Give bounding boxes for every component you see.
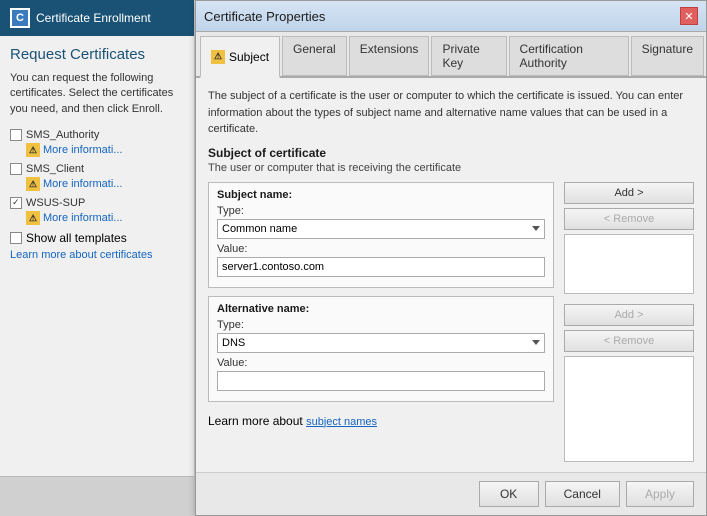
- subject-values-box: [564, 234, 694, 294]
- subject-info-text: The subject of a certificate is the user…: [208, 88, 694, 138]
- cert-label-sms-client: SMS_Client: [26, 163, 84, 175]
- request-certs-title: Request Certificates: [10, 46, 184, 63]
- alt-values-box: [564, 356, 694, 463]
- alt-name-group: Alternative name: Type: DNS Email UPN UR…: [208, 296, 554, 402]
- warn-link-sms-client[interactable]: More informati...: [43, 178, 122, 190]
- tab-private-key[interactable]: Private Key: [431, 36, 506, 76]
- checkbox-show-all[interactable]: [10, 232, 22, 244]
- alt-add-button[interactable]: Add >: [564, 304, 694, 326]
- subject-value-label: Value:: [217, 243, 545, 255]
- subject-remove-button[interactable]: < Remove: [564, 208, 694, 230]
- tab-subject[interactable]: ⚠ Subject: [200, 36, 280, 78]
- cert-item-wsus-sup: WSUS-SUP ⚠ More informati...: [10, 197, 184, 225]
- cert-item-sms-authority: SMS_Authority ⚠ More informati...: [10, 129, 184, 157]
- dialog-content: The subject of a certificate is the user…: [196, 78, 706, 472]
- show-all-row: Show all templates: [10, 231, 184, 245]
- tab-warn-subject: ⚠: [211, 50, 225, 64]
- subject-names-link[interactable]: subject names: [306, 416, 377, 428]
- alt-remove-button[interactable]: < Remove: [564, 330, 694, 352]
- close-button[interactable]: ✕: [680, 7, 698, 25]
- subject-value-input[interactable]: [217, 257, 545, 277]
- certificate-icon: C: [10, 8, 30, 28]
- cert-item-sms-client: SMS_Client ⚠ More informati...: [10, 163, 184, 191]
- alt-type-label: Type:: [217, 319, 545, 331]
- dialog-footer: OK Cancel Apply: [196, 472, 706, 515]
- warn-link-sms-authority[interactable]: More informati...: [43, 144, 122, 156]
- subject-name-group: Subject name: Type: Common name Organiza…: [208, 182, 554, 288]
- alt-name-label: Alternative name:: [217, 303, 545, 315]
- ok-button[interactable]: OK: [479, 481, 539, 507]
- apply-button[interactable]: Apply: [626, 481, 694, 507]
- right-form: Add > < Remove Add > < Remove: [564, 182, 694, 463]
- tab-signature[interactable]: Signature: [631, 36, 704, 76]
- dialog-title: Certificate Properties: [204, 9, 325, 24]
- tab-extensions[interactable]: Extensions: [349, 36, 430, 76]
- left-content: Request Certificates You can request the…: [0, 36, 194, 476]
- tab-bar: ⚠ Subject General Extensions Private Key…: [196, 32, 706, 78]
- checkbox-wsus-sup[interactable]: [10, 197, 22, 209]
- subject-btn-group: Add > < Remove: [564, 182, 694, 230]
- alt-btn-group: Add > < Remove: [564, 304, 694, 352]
- tab-cert-authority[interactable]: Certification Authority: [509, 36, 629, 76]
- left-form: Subject name: Type: Common name Organiza…: [208, 182, 554, 463]
- subject-add-button[interactable]: Add >: [564, 182, 694, 204]
- left-panel: C Certificate Enrollment Request Certifi…: [0, 0, 195, 516]
- warn-link-wsus-sup[interactable]: More informati...: [43, 212, 122, 224]
- show-all-label: Show all templates: [26, 231, 127, 245]
- tab-general[interactable]: General: [282, 36, 347, 76]
- warn-icon-sms-client: ⚠: [26, 177, 40, 191]
- checkbox-sms-client[interactable]: [10, 163, 22, 175]
- alt-value-input[interactable]: [217, 371, 545, 391]
- warn-icon-wsus-sup: ⚠: [26, 211, 40, 225]
- subject-btn-area: Add > < Remove: [564, 182, 694, 294]
- dialog-certificate-properties: Certificate Properties ✕ ⚠ Subject Gener…: [195, 0, 707, 516]
- cancel-button[interactable]: Cancel: [545, 481, 620, 507]
- left-header: C Certificate Enrollment: [0, 0, 194, 36]
- learn-more-prefix: Learn more about: [208, 414, 303, 428]
- learn-more-link[interactable]: Learn more about certificates: [10, 249, 184, 261]
- subject-type-select[interactable]: Common name Organization Organizational …: [217, 219, 545, 239]
- checkbox-sms-authority[interactable]: [10, 129, 22, 141]
- cert-label-wsus-sup: WSUS-SUP: [26, 197, 85, 209]
- form-area: Subject name: Type: Common name Organiza…: [208, 182, 694, 463]
- learn-row: Learn more about subject names: [208, 414, 554, 428]
- cert-label-sms-authority: SMS_Authority: [26, 129, 99, 141]
- warn-icon-sms-authority: ⚠: [26, 143, 40, 157]
- left-header-title: Certificate Enrollment: [36, 11, 151, 25]
- subject-section-title: Subject of certificate: [208, 146, 694, 160]
- subject-type-label: Type:: [217, 205, 545, 217]
- alt-btn-area: Add > < Remove: [564, 304, 694, 463]
- dialog-titlebar: Certificate Properties ✕: [196, 1, 706, 32]
- alt-type-select[interactable]: DNS Email UPN URL IP address Registered …: [217, 333, 545, 353]
- subject-name-label: Subject name:: [217, 189, 545, 201]
- left-bottom-bar: [0, 476, 194, 516]
- alt-value-label: Value:: [217, 357, 545, 369]
- subject-section-sub: The user or computer that is receiving t…: [208, 162, 694, 174]
- request-certs-desc: You can request the following certificat…: [10, 71, 184, 117]
